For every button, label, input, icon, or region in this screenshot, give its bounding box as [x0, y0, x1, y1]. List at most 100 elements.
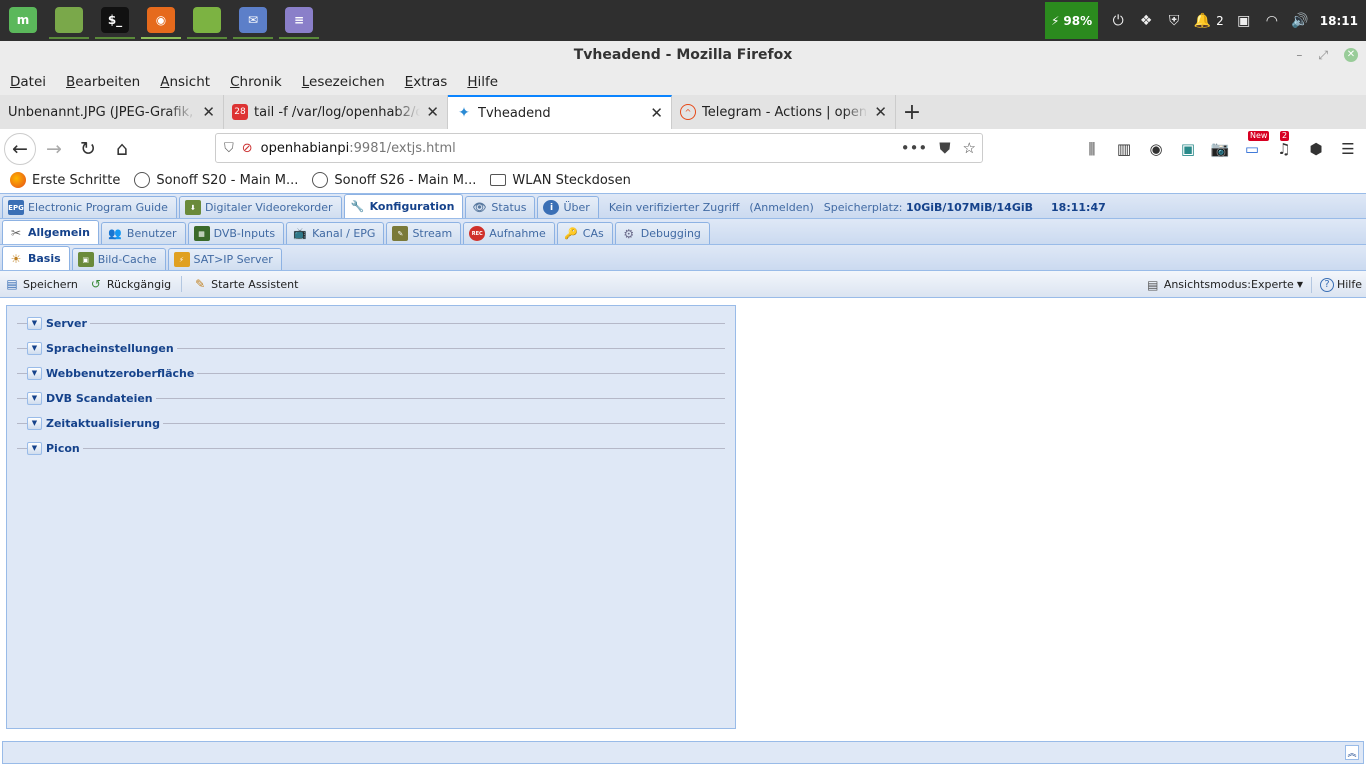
expand-log-icon[interactable]: ︽ [1345, 745, 1359, 760]
menu-ansicht[interactable]: Ansicht [160, 74, 210, 90]
maximize-button[interactable]: ⤢ [1318, 41, 1328, 69]
tab-konfiguration[interactable]: 🔧 Konfiguration [343, 194, 464, 218]
sidebar-icon[interactable]: ▥ [1114, 140, 1134, 158]
tab-benutzer[interactable]: 👥 Benutzer [100, 222, 186, 244]
pocket-icon[interactable]: ⛊ [939, 139, 950, 157]
tab-cas[interactable]: 🔑 CAs [556, 222, 613, 244]
tab-kanal-epg[interactable]: 📺 Kanal / EPG [286, 222, 385, 244]
battery-indicator[interactable]: ⚡ 98% [1044, 2, 1099, 39]
close-tab-icon[interactable]: ✕ [650, 104, 663, 122]
taskbar-text-editor-button[interactable]: ≡ [279, 3, 319, 39]
library-icon[interactable]: ⫼ [1082, 140, 1102, 158]
bookmark-star-icon[interactable]: ☆ [963, 139, 976, 157]
back-button[interactable]: ← [4, 133, 36, 165]
expand-toggle-icon[interactable]: ▼ [27, 316, 42, 330]
menu-hilfe[interactable]: Hilfe [467, 74, 498, 90]
system-tray: ⚡ 98% ⏻ ❖ ⛨ 🔔 2 ▣ ◠ 🔊 18:11 [1044, 0, 1366, 41]
menu-lesezeichen[interactable]: Lesezeichen [302, 74, 385, 90]
fieldset-title[interactable]: Server [46, 317, 87, 330]
tab-dvr[interactable]: ⬇ Digitaler Videorekorder [178, 196, 342, 218]
close-tab-icon[interactable]: ✕ [426, 103, 439, 121]
taskbar-firefox-button[interactable]: ◉ [141, 3, 181, 39]
camera-icon[interactable]: 📷 [1210, 140, 1230, 158]
bookmark-sonoff-s20[interactable]: Sonoff S20 - Main M... [134, 172, 298, 188]
taskbar-terminal-button[interactable]: $_ [95, 3, 135, 39]
expand-toggle-icon[interactable]: ▼ [27, 341, 42, 355]
shield-icon[interactable]: ⛉ [224, 141, 234, 156]
fieldset-title[interactable]: DVB Scandateien [46, 392, 153, 405]
firefox-icon [10, 172, 26, 188]
menu-chronik[interactable]: Chronik [230, 74, 282, 90]
reload-button[interactable]: ↻ [72, 133, 104, 165]
menu-extras[interactable]: Extras [405, 74, 448, 90]
home-button[interactable]: ⌂ [106, 133, 138, 165]
login-link[interactable]: (Anmelden) [749, 196, 813, 218]
browser-tab-selected[interactable]: ✦ Tvheadend ✕ [448, 95, 672, 129]
bookmark-folder-wlan[interactable]: WLAN Steckdosen [490, 173, 631, 188]
tab-allgemein[interactable]: ✂ Allgemein [2, 220, 99, 244]
url-actions: ••• ⛊ ☆ [901, 134, 976, 162]
expand-toggle-icon[interactable]: ▼ [27, 391, 42, 405]
taskbar-folder-button[interactable] [187, 3, 227, 39]
power-icon[interactable]: ⏻ [1106, 13, 1130, 29]
bookmark-sonoff-s26[interactable]: Sonoff S26 - Main M... [312, 172, 476, 188]
tab-debugging[interactable]: ⚙ Debugging [614, 222, 710, 244]
bookmark-erste-schritte[interactable]: Erste Schritte [10, 172, 120, 188]
fieldset-server: ▼ Server [17, 313, 725, 333]
clock[interactable]: 18:11 [1314, 14, 1366, 28]
tab-epg[interactable]: EPG Electronic Program Guide [2, 196, 177, 218]
expand-toggle-icon[interactable]: ▼ [27, 416, 42, 430]
tab-satip-server[interactable]: ⚡ SAT>IP Server [167, 248, 282, 270]
gears-icon: ⚙ [623, 226, 635, 241]
battery-level: 98% [1063, 13, 1093, 28]
volume-icon[interactable]: 🔊 [1288, 13, 1312, 29]
tab-basis[interactable]: ☀ Basis [2, 246, 70, 270]
music-icon[interactable]: ♫ 2 [1274, 131, 1294, 158]
wifi-icon[interactable]: ◠ [1260, 13, 1284, 29]
tab-bild-cache[interactable]: ▣ Bild-Cache [71, 248, 166, 270]
shield-icon[interactable]: ⛨ [1162, 13, 1186, 29]
expand-toggle-icon[interactable]: ▼ [27, 366, 42, 380]
screenshot-icon[interactable]: ▣ [1232, 13, 1256, 29]
hamburger-menu-icon[interactable]: ☰ [1338, 140, 1358, 158]
minimize-button[interactable]: – [1296, 41, 1302, 69]
expand-toggle-icon[interactable]: ▼ [27, 441, 42, 455]
account-icon[interactable]: ◉ [1146, 140, 1166, 158]
browser-tab[interactable]: 28 tail -f /var/log/openhab2/ope ✕ [224, 95, 448, 129]
page-actions-icon[interactable]: ••• [901, 139, 928, 157]
menu-bearbeiten[interactable]: Bearbeiten [66, 74, 140, 90]
save-button[interactable]: ▤ Speichern [4, 276, 78, 292]
close-tab-icon[interactable]: ✕ [874, 103, 887, 121]
notifications-icon[interactable]: 🔔 [1190, 13, 1214, 29]
undo-button[interactable]: ↺ Rückgängig [88, 276, 171, 292]
insecure-connection-icon[interactable]: ⊘ [242, 141, 253, 156]
new-tab-button[interactable]: + [896, 95, 928, 129]
extension-screen-icon[interactable]: ▣ [1178, 140, 1198, 158]
epg-icon: EPG [8, 200, 24, 215]
menu-datei[interactable]: Datei [10, 74, 46, 90]
tab-ueber[interactable]: i Über [537, 196, 599, 218]
tab-stream[interactable]: ✎ Stream [386, 222, 462, 244]
fieldset-title[interactable]: Zeitaktualisierung [46, 417, 160, 430]
forward-button[interactable]: → [38, 133, 70, 165]
fieldset-title[interactable]: Webbenutzeroberfläche [46, 367, 194, 380]
extensions-icon[interactable]: ⬢ [1306, 140, 1326, 158]
extension-new-icon[interactable]: ▭ New [1242, 131, 1270, 158]
fieldset-title[interactable]: Picon [46, 442, 80, 455]
taskbar-mail-button[interactable]: ✉ [233, 3, 273, 39]
help-button[interactable]: ? Hilfe [1319, 277, 1362, 292]
browser-tab[interactable]: Unbenannt.JPG (JPEG-Grafik, 695 ✕ [0, 95, 224, 129]
start-wizard-button[interactable]: ✎ Starte Assistent [192, 276, 298, 292]
browser-tab[interactable]: ^ Telegram - Actions | openHA ✕ [672, 95, 896, 129]
tab-status[interactable]: 👁 Status [465, 196, 536, 218]
close-tab-icon[interactable]: ✕ [202, 103, 215, 121]
view-mode-dropdown[interactable]: ▤ Ansichtsmodus:Experte ▼ [1145, 277, 1303, 293]
tab-dvb-inputs[interactable]: ▦ DVB-Inputs [187, 222, 285, 244]
close-window-button[interactable]: ✕ [1344, 48, 1358, 62]
taskbar-files-button[interactable] [49, 3, 89, 39]
fieldset-title[interactable]: Spracheinstellungen [46, 342, 174, 355]
tab-aufnahme[interactable]: REC Aufnahme [463, 222, 555, 244]
url-bar[interactable]: ⛉ ⊘ openhabianpi:9981/extjs.html ••• ⛊ ☆ [215, 133, 983, 163]
taskbar-mint-menu-button[interactable]: m [3, 3, 43, 39]
dropbox-icon[interactable]: ❖ [1134, 13, 1158, 29]
